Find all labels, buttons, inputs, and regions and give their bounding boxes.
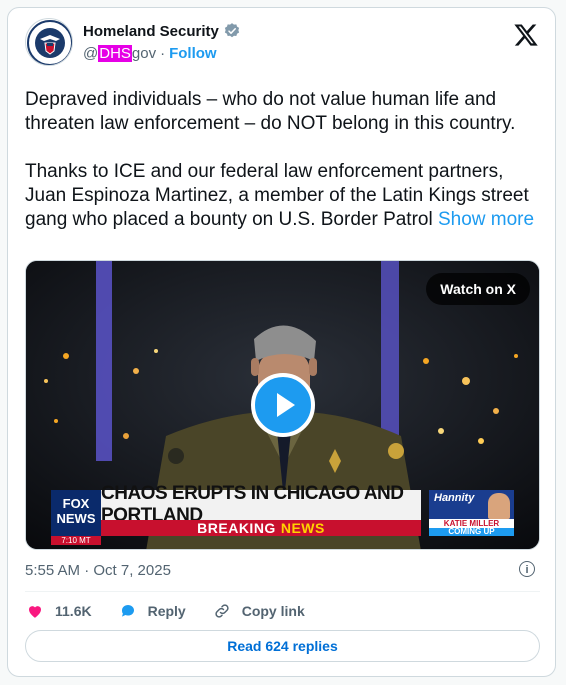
verified-badge-icon	[224, 23, 239, 38]
play-icon	[277, 393, 295, 417]
chyron-breaking: BREAKING	[197, 520, 276, 536]
info-icon[interactable]: i	[519, 561, 535, 577]
reply-button[interactable]: Reply	[118, 601, 186, 621]
divider	[25, 591, 540, 592]
handle-at: @	[83, 45, 99, 62]
read-replies-button[interactable]: Read 624 replies	[25, 630, 540, 662]
like-count: 11.6K	[55, 603, 92, 619]
link-icon	[212, 601, 232, 621]
network-logo-line1: FOX	[62, 496, 90, 511]
promo-status: COMING UP	[429, 528, 514, 536]
post-paragraph-1: Depraved individuals – who do not value …	[25, 89, 516, 134]
reply-label: Reply	[147, 603, 186, 619]
handle-separator: ·	[160, 45, 166, 62]
author-name-row: Homeland Security	[83, 22, 241, 40]
post-card: Homeland Security @ DHS gov · Follow Depra…	[7, 7, 556, 677]
chyron-breaking-news: BREAKING NEWS	[101, 520, 421, 536]
chyron-news: NEWS	[280, 520, 325, 536]
promo-guest-photo	[488, 493, 510, 519]
post-timestamp[interactable]: 5:55 AM · Oct 7, 2025	[25, 562, 171, 579]
like-button[interactable]: 11.6K	[25, 601, 92, 621]
chyron-headline: CHAOS ERUPTS IN CHICAGO AND PORTLAND	[101, 483, 421, 526]
show-promo: Hannity KATIE MILLER COMING UP	[429, 490, 514, 536]
reply-bubble-icon	[118, 601, 138, 621]
handle-highlight: DHS	[98, 45, 132, 62]
network-logo: FOX NEWS	[51, 490, 101, 536]
copy-link-label: Copy link	[241, 603, 305, 619]
play-button[interactable]	[251, 373, 315, 437]
avatar[interactable]	[25, 18, 73, 66]
x-logo-icon[interactable]	[513, 22, 539, 48]
network-logo-line2: NEWS	[56, 511, 96, 526]
dhs-seal-icon	[27, 20, 72, 65]
copy-link-button[interactable]: Copy link	[212, 601, 305, 621]
author-name[interactable]: Homeland Security	[83, 23, 219, 40]
heart-icon	[25, 601, 45, 621]
watch-on-x-button[interactable]: Watch on X	[426, 273, 530, 305]
promo-show-name: Hannity	[434, 492, 475, 504]
follow-link[interactable]: Follow	[169, 45, 217, 62]
post-paragraph-2: Thanks to ICE and our federal law enforc…	[25, 160, 545, 232]
video-player[interactable]: Watch on X FOX NEWS 7:10 MT CHAOS ERUPTS…	[25, 260, 540, 550]
show-more-link[interactable]: Show more	[438, 209, 534, 230]
network-time: 7:10 MT	[51, 536, 101, 545]
action-bar: 11.6K Reply Copy link	[25, 601, 331, 621]
author-handle-row: @ DHS gov · Follow	[83, 45, 217, 62]
post-text: Depraved individuals – who do not value …	[25, 88, 545, 232]
handle-rest: gov	[131, 45, 157, 62]
